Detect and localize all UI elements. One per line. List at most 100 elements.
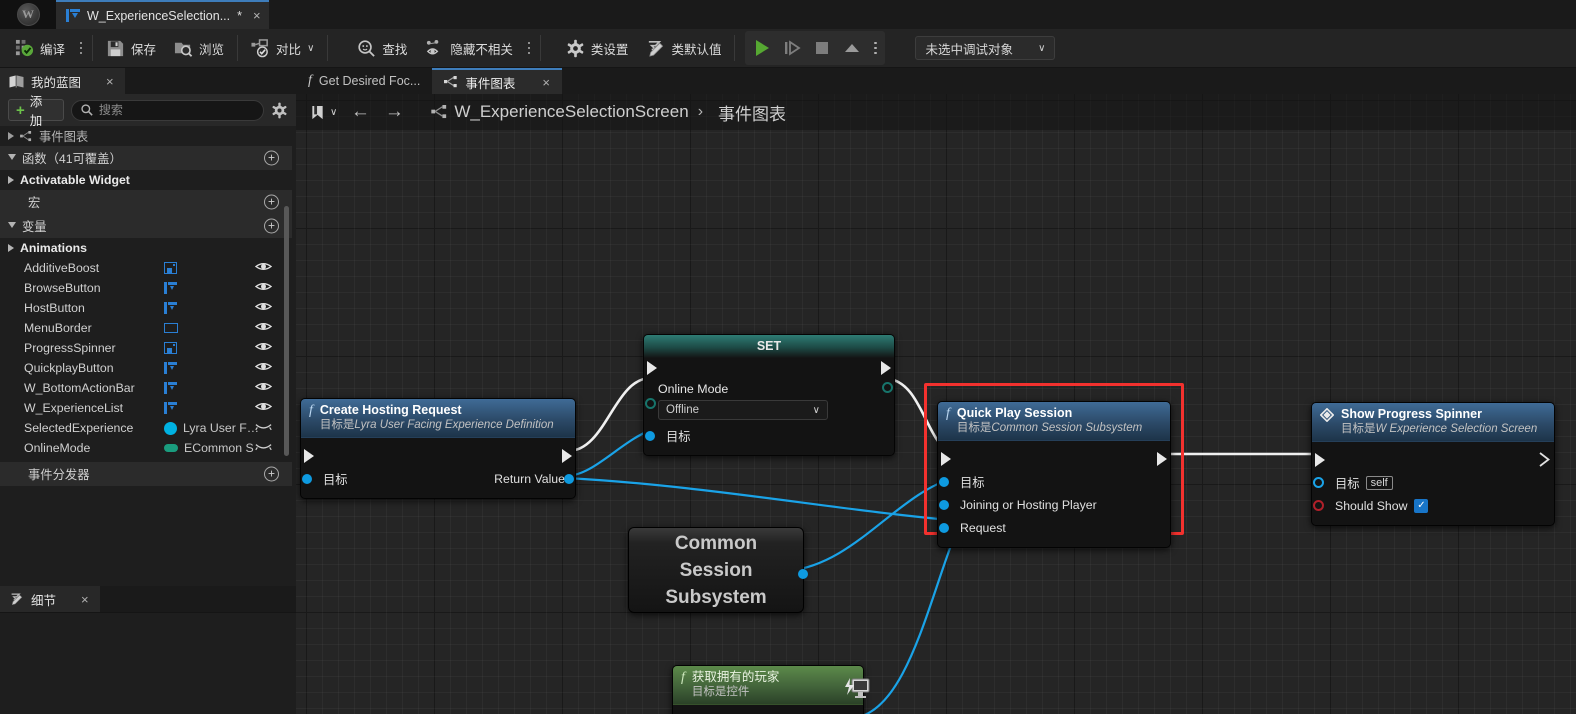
exec-input-pin[interactable] [941, 452, 951, 466]
tree-item-event-graph[interactable]: 事件图表 [0, 126, 292, 146]
close-icon[interactable]: × [253, 9, 261, 22]
add-macro-button[interactable]: + [264, 194, 279, 210]
variable-row-additiveboost[interactable]: AdditiveBoost [0, 258, 292, 278]
should-show-checkbox[interactable]: ✓ [1414, 498, 1429, 513]
tree-section-functions[interactable]: 函数（41可覆盖） + [0, 146, 292, 170]
eye-visible-icon[interactable] [254, 281, 273, 293]
variable-visibility-toggle[interactable] [254, 281, 273, 296]
blueprint-search-box[interactable] [70, 99, 264, 121]
play-options-button[interactable] [868, 33, 882, 63]
save-button[interactable]: 保存 [97, 33, 165, 63]
add-button[interactable]: + 添加 [8, 95, 64, 128]
chevron-down-icon[interactable]: ∨ [330, 107, 337, 118]
variable-row-browsebutton[interactable]: BrowseButton [0, 278, 292, 298]
tree-item-activatable-widget[interactable]: Activatable Widget [0, 170, 292, 190]
input-pin-online-mode[interactable] [645, 398, 656, 409]
input-pin-request[interactable] [939, 523, 949, 533]
variable-row-w_bottomactionbar[interactable]: W_BottomActionBar [0, 378, 292, 398]
variable-visibility-toggle[interactable] [255, 421, 272, 436]
close-icon[interactable]: × [81, 592, 89, 607]
close-icon[interactable]: × [542, 75, 550, 90]
class-defaults-button[interactable]: 类默认值 [637, 33, 730, 63]
input-pin-joining-or-hosting-player[interactable] [939, 500, 949, 510]
expand-triangle-icon[interactable] [8, 132, 14, 140]
eye-hidden-icon[interactable] [255, 421, 272, 433]
tree-scrollbar[interactable] [284, 206, 289, 456]
exec-output-pin[interactable] [1157, 452, 1167, 466]
hide-unrelated-options-button[interactable] [522, 33, 536, 63]
class-settings-button[interactable]: 类设置 [557, 33, 638, 63]
variable-row-selectedexperience[interactable]: SelectedExperience Lyra User F… [0, 418, 292, 438]
eye-visible-icon[interactable] [254, 301, 273, 313]
compile-options-button[interactable] [74, 33, 88, 63]
output-pin-online-mode[interactable] [882, 382, 893, 393]
exec-output-pin[interactable] [881, 361, 891, 375]
collapse-triangle-icon[interactable] [8, 222, 16, 232]
online-mode-dropdown[interactable]: Offline ∨ [658, 400, 828, 420]
eject-button[interactable] [838, 35, 866, 61]
play-button[interactable] [748, 35, 776, 61]
graph-canvas[interactable]: ∨ ← → W_ExperienceSelectionScreen › 事件图表 [296, 94, 1576, 714]
document-tab-w-experience-selection[interactable]: W_ExperienceSelection... * × [56, 0, 269, 29]
eye-visible-icon[interactable] [254, 381, 273, 393]
tree-section-dispatchers[interactable]: 事件分发器 + [0, 462, 292, 486]
eye-hidden-icon[interactable] [255, 441, 272, 453]
variable-row-menuborder[interactable]: MenuBorder [0, 318, 292, 338]
bookmark-button[interactable] [304, 99, 330, 125]
compile-button[interactable]: 编译 [6, 33, 74, 63]
node-create-hosting-request[interactable]: f Create Hosting Request 目标是Lyra User Fa… [300, 398, 576, 499]
input-pin-target[interactable] [939, 477, 949, 487]
target-self-value[interactable]: self [1365, 475, 1393, 490]
hide-unrelated-button[interactable]: 隐藏不相关 [416, 33, 522, 63]
variable-row-onlinemode[interactable]: OnlineMode ECommon S [0, 438, 292, 458]
input-pin-should-show[interactable] [1313, 500, 1324, 511]
breadcrumb-current[interactable]: 事件图表 [718, 100, 786, 125]
browse-button[interactable]: 浏览 [165, 33, 233, 63]
blueprint-settings-button[interactable] [271, 101, 288, 119]
tab-my-blueprint[interactable]: 我的蓝图 × [0, 68, 125, 94]
stop-button[interactable] [808, 35, 836, 61]
add-variable-button[interactable]: + [264, 218, 279, 234]
variable-row-progressspinner[interactable]: ProgressSpinner [0, 338, 292, 358]
output-pin-return-value[interactable] [564, 474, 574, 484]
variable-row-quickplaybutton[interactable]: QuickplayButton [0, 358, 292, 378]
tab-details[interactable]: 细节 × [0, 586, 100, 612]
eye-visible-icon[interactable] [254, 361, 273, 373]
variable-visibility-toggle[interactable] [254, 321, 273, 336]
eye-visible-icon[interactable] [254, 321, 273, 333]
variable-visibility-toggle[interactable] [254, 401, 273, 416]
tree-section-macros[interactable]: 宏 + [0, 190, 292, 214]
tree-group-animations[interactable]: Animations [0, 238, 292, 258]
exec-input-pin[interactable] [647, 361, 657, 375]
variable-visibility-toggle[interactable] [255, 441, 272, 456]
back-button[interactable]: ← [347, 99, 373, 125]
expand-triangle-icon[interactable] [8, 176, 14, 184]
close-icon[interactable]: × [106, 74, 114, 89]
input-pin-target[interactable] [645, 431, 655, 441]
variable-visibility-toggle[interactable] [254, 381, 273, 396]
node-set-online-mode[interactable]: SET Online Mode Offline ∨ 目标 [643, 334, 895, 456]
graph-tab-event-graph[interactable]: 事件图表 × [432, 68, 562, 94]
variable-row-hostbutton[interactable]: HostButton [0, 298, 292, 318]
variable-visibility-toggle[interactable] [254, 361, 273, 376]
variable-visibility-toggle[interactable] [254, 261, 273, 276]
eye-visible-icon[interactable] [254, 341, 273, 353]
debug-object-dropdown[interactable]: 未选中调试对象 ∨ [915, 36, 1056, 60]
add-function-button[interactable]: + [264, 150, 279, 166]
exec-output-pin[interactable] [562, 449, 572, 463]
eye-visible-icon[interactable] [254, 401, 273, 413]
exec-input-pin[interactable] [1315, 453, 1325, 467]
variable-visibility-toggle[interactable] [254, 301, 273, 316]
expand-triangle-icon[interactable] [8, 244, 14, 252]
node-quick-play-session[interactable]: f Quick Play Session 目标是Common Session S… [937, 401, 1171, 548]
add-dispatcher-button[interactable]: + [264, 466, 279, 482]
exec-output-pin[interactable] [1539, 452, 1551, 467]
diff-button[interactable]: 对比 ∨ [242, 33, 323, 63]
find-button[interactable]: 查找 [348, 33, 416, 63]
graph-tab-get-desired-focus[interactable]: f Get Desired Foc... [296, 68, 432, 94]
exec-input-pin[interactable] [304, 449, 314, 463]
output-pin-subsystem[interactable] [798, 569, 808, 579]
collapse-triangle-icon[interactable] [8, 154, 16, 164]
input-pin-target[interactable] [302, 474, 312, 484]
step-button[interactable] [778, 35, 806, 61]
